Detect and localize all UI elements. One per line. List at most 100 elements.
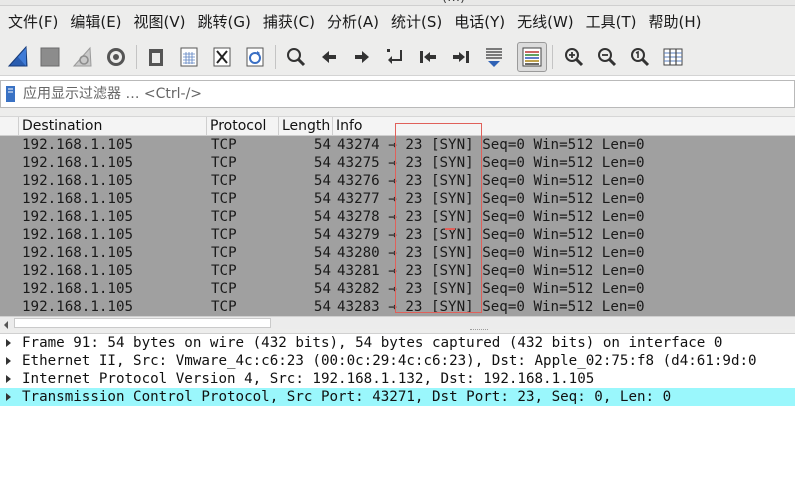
packet-list: 192.168.1.105 TCP 54 43274 → 23 [SYN] Se… [0, 136, 795, 316]
open-file-icon[interactable] [141, 42, 171, 72]
packet-list-header: Destination Protocol Length Info [0, 116, 795, 137]
splitter-grip[interactable] [470, 329, 488, 331]
packet-destination: 192.168.1.105 [22, 227, 134, 243]
zoom-out-icon[interactable] [592, 42, 622, 72]
packet-destination: 192.168.1.105 [22, 263, 134, 279]
packet-row[interactable]: 192.168.1.105 TCP 54 43279 → 23 [SYN] Se… [0, 226, 795, 244]
packet-row[interactable]: 192.168.1.105 TCP 54 43280 → 23 [SYN] Se… [0, 244, 795, 262]
menu-tools[interactable]: 工具(T) [580, 6, 643, 38]
packet-info: 43282 → 23 [SYN] Seq=0 Win=512 Len=0 [337, 281, 645, 297]
packet-row[interactable]: 192.168.1.105 TCP 54 43276 → 23 [SYN] Se… [0, 172, 795, 190]
expand-arrow-icon[interactable] [6, 357, 11, 365]
menu-edit[interactable]: 编辑(E) [64, 6, 127, 38]
toolbar-separator [275, 45, 276, 69]
column-header-destination[interactable]: Destination [19, 117, 207, 137]
colorize-icon[interactable] [517, 42, 547, 72]
find-packet-icon[interactable] [281, 42, 311, 72]
save-file-icon[interactable] [174, 42, 204, 72]
packet-row[interactable]: 192.168.1.105 TCP 54 43274 → 23 [SYN] Se… [0, 136, 795, 154]
packet-destination: 192.168.1.105 [22, 191, 134, 207]
detail-row-tcp[interactable]: Transmission Control Protocol, Src Port:… [0, 388, 795, 406]
autoscroll-icon[interactable] [479, 42, 509, 72]
expand-arrow-icon[interactable] [6, 393, 11, 401]
detail-row-ethernet[interactable]: Ethernet II, Src: Vmware_4c:c6:23 (00:0c… [0, 352, 795, 370]
go-back-icon[interactable] [314, 42, 344, 72]
go-to-packet-icon[interactable] [380, 42, 410, 72]
first-packet-icon[interactable] [413, 42, 443, 72]
packet-protocol: TCP [211, 137, 237, 153]
zoom-reset-icon[interactable] [625, 42, 655, 72]
packet-protocol: TCP [211, 281, 237, 297]
restart-fin-icon[interactable] [68, 42, 98, 72]
packet-destination: 192.168.1.105 [22, 209, 134, 225]
expand-arrow-icon[interactable] [6, 375, 11, 383]
pane-gap [0, 108, 795, 116]
packet-length: 54 [313, 173, 331, 189]
close-file-icon[interactable] [207, 42, 237, 72]
menu-analyze[interactable]: 分析(A) [321, 6, 385, 38]
scrollbar-thumb[interactable] [14, 318, 271, 328]
packet-protocol: TCP [211, 155, 237, 171]
menu-view[interactable]: 视图(V) [128, 6, 192, 38]
packet-info: 43276 → 23 [SYN] Seq=0 Win=512 Len=0 [337, 173, 645, 189]
column-header-info[interactable]: Info [333, 117, 795, 137]
menu-go[interactable]: 跳转(G) [192, 6, 257, 38]
menu-wireless[interactable]: 无线(W) [511, 6, 580, 38]
packet-info: 43277 → 23 [SYN] Seq=0 Win=512 Len=0 [337, 191, 645, 207]
packet-row[interactable]: 192.168.1.105 TCP 54 43282 → 23 [SYN] Se… [0, 280, 795, 298]
expand-arrow-icon[interactable] [6, 339, 11, 347]
stop-square-icon[interactable] [35, 42, 65, 72]
capture-options-gear-icon[interactable] [101, 42, 131, 72]
packet-length: 54 [313, 209, 331, 225]
display-filter-bar [0, 80, 795, 108]
packet-length: 54 [313, 263, 331, 279]
toolbar-separator [552, 45, 553, 69]
shark-fin-start-icon[interactable] [3, 42, 33, 72]
resize-columns-icon[interactable] [658, 42, 688, 72]
go-forward-icon[interactable] [347, 42, 377, 72]
packet-protocol: TCP [211, 173, 237, 189]
packet-length: 54 [313, 245, 331, 261]
reload-file-icon[interactable] [240, 42, 270, 72]
detail-row-text: Frame 91: 54 bytes on wire (432 bits), 5… [22, 335, 723, 351]
menu-capture[interactable]: 捕获(C) [257, 6, 321, 38]
packet-list-hscrollbar[interactable] [0, 316, 795, 329]
packet-info: 43275 → 23 [SYN] Seq=0 Win=512 Len=0 [337, 155, 645, 171]
column-header-length[interactable]: Length [279, 117, 333, 137]
zoom-in-icon[interactable] [559, 42, 589, 72]
packet-length: 54 [313, 227, 331, 243]
packet-row[interactable]: 192.168.1.105 TCP 54 43275 → 23 [SYN] Se… [0, 154, 795, 172]
display-filter-input[interactable] [23, 83, 793, 105]
column-header-blank[interactable] [0, 117, 19, 137]
window-title: (…) [442, 0, 465, 5]
packet-row[interactable]: 192.168.1.105 TCP 54 43283 → 23 [SYN] Se… [0, 298, 795, 316]
packet-protocol: TCP [211, 191, 237, 207]
filter-bookmark-icon[interactable] [3, 84, 19, 104]
menu-statistics[interactable]: 统计(S) [385, 6, 448, 38]
packet-info: 43279 → 23 [SYN] Seq=0 Win=512 Len=0 [337, 227, 645, 243]
packet-protocol: TCP [211, 227, 237, 243]
last-packet-icon[interactable] [446, 42, 476, 72]
menu-file[interactable]: 文件(F) [2, 6, 64, 38]
packet-info: 43278 → 23 [SYN] Seq=0 Win=512 Len=0 [337, 209, 645, 225]
packet-destination: 192.168.1.105 [22, 137, 134, 153]
scroll-left-arrow-icon[interactable] [2, 318, 10, 329]
toolbar-separator [136, 45, 137, 69]
packet-destination: 192.168.1.105 [22, 281, 134, 297]
packet-details-tree: Frame 91: 54 bytes on wire (432 bits), 5… [0, 334, 795, 490]
menu-help[interactable]: 帮助(H) [643, 6, 708, 38]
detail-row-frame[interactable]: Frame 91: 54 bytes on wire (432 bits), 5… [0, 334, 795, 352]
packet-length: 54 [313, 299, 331, 315]
menu-telephony[interactable]: 电话(Y) [448, 6, 511, 38]
packet-length: 54 [313, 281, 331, 297]
detail-row-ipv4[interactable]: Internet Protocol Version 4, Src: 192.16… [0, 370, 795, 388]
packet-row[interactable]: 192.168.1.105 TCP 54 43278 → 23 [SYN] Se… [0, 208, 795, 226]
menu-bar: 文件(F) 编辑(E) 视图(V) 跳转(G) 捕获(C) 分析(A) 统计(S… [0, 6, 795, 38]
packet-destination: 192.168.1.105 [22, 173, 134, 189]
packet-destination: 192.168.1.105 [22, 299, 134, 315]
packet-info: 43283 → 23 [SYN] Seq=0 Win=512 Len=0 [337, 299, 645, 315]
column-header-protocol[interactable]: Protocol [207, 117, 279, 137]
detail-row-text: Transmission Control Protocol, Src Port:… [22, 389, 672, 405]
packet-row[interactable]: 192.168.1.105 TCP 54 43281 → 23 [SYN] Se… [0, 262, 795, 280]
packet-row[interactable]: 192.168.1.105 TCP 54 43277 → 23 [SYN] Se… [0, 190, 795, 208]
